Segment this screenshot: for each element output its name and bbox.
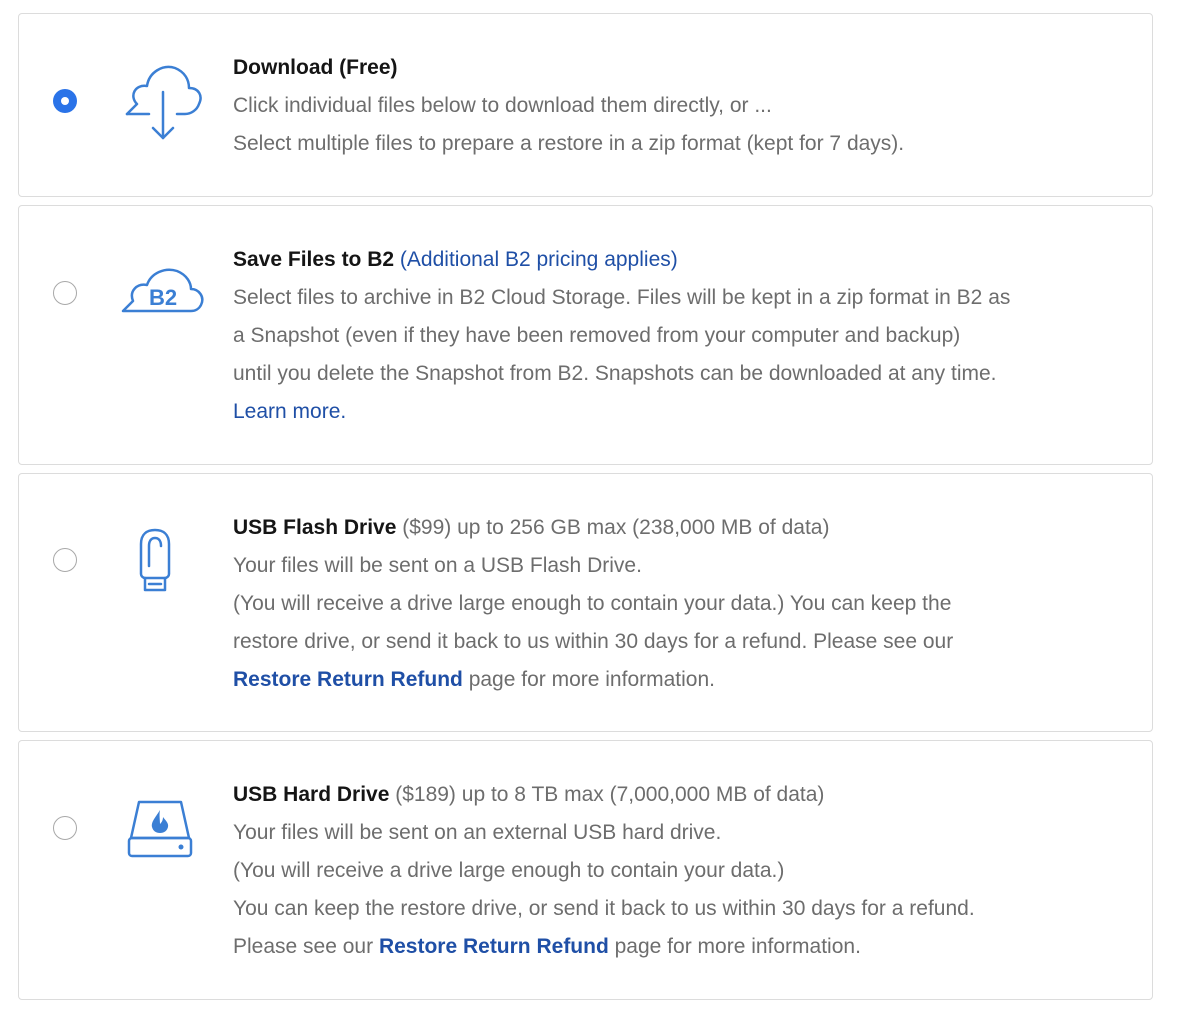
- option-usb-flash-card[interactable]: USB Flash Drive ($99) up to 256 GB max (…: [18, 473, 1153, 732]
- option-usb-hard-refund-suffix: page for more information.: [608, 935, 861, 958]
- option-b2-radio[interactable]: [53, 281, 77, 305]
- option-usb-flash-title: USB Flash Drive: [233, 516, 397, 539]
- cloud-download-icon: [119, 54, 205, 149]
- option-b2-title: Save Files to B2: [233, 248, 395, 271]
- option-usb-hard-line-1: Your files will be sent on an external U…: [233, 821, 722, 844]
- option-b2-line-1: Select files to archive in B2 Cloud Stor…: [233, 286, 1011, 309]
- option-download-radio[interactable]: [53, 89, 77, 113]
- option-usb-hard-line-3: You can keep the restore drive, or send …: [233, 897, 975, 920]
- usb-flash-drive-icon: [131, 526, 179, 605]
- usb-hard-drive-icon: [125, 796, 195, 867]
- b2-icon-text: B2: [149, 285, 177, 310]
- option-usb-flash-line-2: (You will receive a drive large enough t…: [233, 592, 952, 615]
- option-b2-text: Save Files to B2 (Additional B2 pricing …: [233, 241, 1112, 431]
- option-usb-hard-title: USB Hard Drive: [233, 783, 390, 806]
- option-usb-flash-line-3: restore drive, or send it back to us wit…: [233, 630, 954, 653]
- restore-return-refund-link[interactable]: Restore Return Refund: [233, 668, 463, 691]
- learn-more-link[interactable]: Learn more.: [233, 400, 346, 423]
- restore-options: Download (Free) Click individual files b…: [0, 0, 1200, 1021]
- option-b2-line-3: until you delete the Snapshot from B2. S…: [233, 362, 997, 385]
- option-download-text: Download (Free) Click individual files b…: [233, 49, 1112, 163]
- option-b2-line-2: a Snapshot (even if they have been remov…: [233, 324, 961, 347]
- option-download-line-1: Click individual files below to download…: [233, 94, 772, 117]
- option-download-card[interactable]: Download (Free) Click individual files b…: [18, 13, 1153, 197]
- option-usb-flash-refund-suffix: page for more information.: [462, 668, 715, 691]
- option-usb-hard-price: ($189) up to 8 TB max (7,000,000 MB of d…: [389, 783, 825, 806]
- option-download-title: Download (Free): [233, 56, 398, 79]
- option-usb-hard-line-2: (You will receive a drive large enough t…: [233, 859, 785, 882]
- option-usb-hard-card[interactable]: USB Hard Drive ($189) up to 8 TB max (7,…: [18, 740, 1153, 1000]
- option-b2-card[interactable]: B2 Save Files to B2 (Additional B2 prici…: [18, 205, 1153, 465]
- option-usb-hard-radio[interactable]: [53, 816, 77, 840]
- restore-return-refund-link-2[interactable]: Restore Return Refund: [379, 935, 609, 958]
- option-download-line-2: Select multiple files to prepare a resto…: [233, 132, 905, 155]
- option-usb-hard-refund-prefix: Please see our: [233, 935, 379, 958]
- b2-cloud-icon: B2: [119, 261, 205, 326]
- option-usb-hard-text: USB Hard Drive ($189) up to 8 TB max (7,…: [233, 776, 1112, 966]
- b2-pricing-link[interactable]: (Additional B2 pricing applies): [400, 248, 678, 271]
- option-usb-flash-radio[interactable]: [53, 548, 77, 572]
- option-usb-flash-line-1: Your files will be sent on a USB Flash D…: [233, 554, 642, 577]
- option-usb-flash-text: USB Flash Drive ($99) up to 256 GB max (…: [233, 509, 1112, 699]
- option-usb-flash-price: ($99) up to 256 GB max (238,000 MB of da…: [396, 516, 830, 539]
